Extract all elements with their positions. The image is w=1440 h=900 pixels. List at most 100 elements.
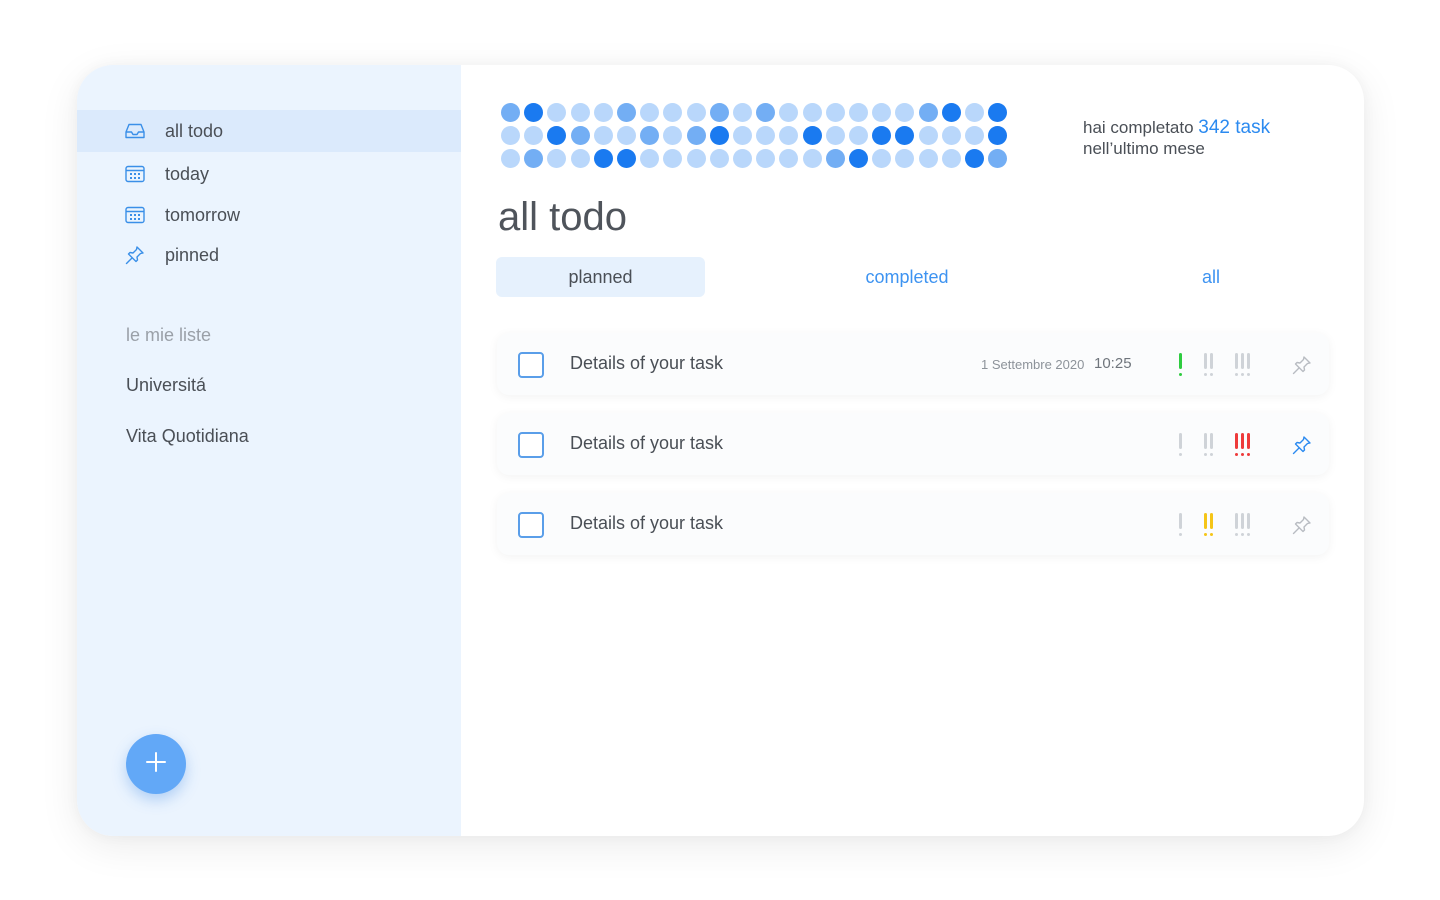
activity-dot [640,149,660,168]
activity-dot [988,149,1008,168]
activity-dot [570,103,590,122]
tab-completed[interactable]: completed [812,257,1002,297]
activity-dot [756,103,776,122]
activity-dot [547,103,567,122]
activity-dot [686,149,706,168]
priority-low-icon[interactable] [1177,511,1187,539]
task-item: Details of your task [497,413,1329,475]
task-item: Details of your task [497,493,1329,555]
activity-dot [709,149,729,168]
nav-item-tomorrow[interactable]: tomorrow [77,194,461,236]
task-text: Details of your task [570,433,724,453]
activity-dot [825,149,845,168]
nav-item-pinned[interactable]: pinned [77,234,461,276]
app-window: all todo today tomorrow pinned le mie li… [77,65,1364,836]
nav-item-all-todo[interactable]: all todo [77,110,461,152]
activity-dot [779,126,799,145]
activity-dot [709,126,729,145]
activity-dot [895,126,915,145]
stats-suffix: nell’ultimo mese [1083,139,1205,158]
task-time: 10:25 [1094,355,1132,372]
activity-dot [663,149,683,168]
calendar-icon [124,163,146,185]
priority-low-icon[interactable] [1177,351,1187,379]
pin-icon[interactable] [1292,355,1312,375]
activity-dot [779,103,799,122]
activity-dot [756,149,776,168]
list-item-universita[interactable]: Universitá [126,375,206,396]
activity-dot [872,103,892,122]
activity-dot [733,149,752,168]
priority-low-icon[interactable] [1177,431,1187,459]
activity-dot [570,126,590,145]
task-text: Details of your task [570,353,724,373]
activity-dot [593,126,613,145]
nav-item-label: all todo [165,120,224,141]
activity-dot [501,149,520,168]
nav-item-today[interactable]: today [77,153,461,195]
activity-dot [663,126,683,145]
activity-dot [501,126,520,145]
activity-dot [802,103,822,122]
tab-all[interactable]: all [1136,257,1286,297]
activity-dot [524,149,544,168]
activity-dot [965,149,984,168]
activity-dot [547,126,567,145]
activity-dot [570,149,590,168]
page-title: all todo [498,195,627,239]
activity-dot [663,103,683,122]
tab-planned[interactable]: planned [496,257,705,297]
activity-dot [802,149,822,168]
list-item-vita-quotidiana[interactable]: Vita Quotidiana [126,426,249,447]
activity-dot [895,103,915,122]
activity-dot [965,103,984,122]
priority-high-icon[interactable] [1233,351,1251,379]
activity-dot [501,103,520,122]
task-checkbox[interactable] [518,512,544,538]
stats-count: 342 task [1198,117,1271,138]
activity-heatmap [501,103,1061,173]
task-text: Details of your task [570,513,724,533]
priority-high-icon[interactable] [1233,431,1251,459]
priority-medium-icon[interactable] [1202,351,1216,379]
activity-dot [640,103,660,122]
task-checkbox[interactable] [518,432,544,458]
pin-icon[interactable] [1292,515,1312,535]
priority-high-icon[interactable] [1233,511,1251,539]
activity-dot [941,126,961,145]
filter-tabs: planned completed all [496,257,1329,297]
activity-dot [686,126,706,145]
activity-dot [825,103,845,122]
activity-dot [918,103,938,122]
activity-dot [709,103,729,122]
activity-dot [941,103,961,122]
pin-icon[interactable] [1292,435,1312,455]
activity-dot [640,126,660,145]
activity-dot [849,126,868,145]
activity-dot [918,149,938,168]
activity-dot [733,126,752,145]
activity-dot [733,103,752,122]
add-task-button[interactable] [126,734,186,794]
sidebar: all todo today tomorrow pinned le mie li… [77,65,461,836]
activity-dot [779,149,799,168]
nav-item-label: today [165,163,210,184]
task-item: Details of your task 1 Settembre 2020 10… [497,333,1329,395]
activity-dot [524,126,544,145]
activity-dot [547,149,567,168]
activity-dot [872,149,892,168]
activity-dot [617,126,636,145]
priority-medium-icon[interactable] [1202,431,1216,459]
main-panel: hai completato 342 task nell’ultimo mese… [461,65,1364,836]
nav-item-label: pinned [165,244,220,265]
task-checkbox[interactable] [518,352,544,378]
activity-dot [941,149,961,168]
activity-dot [988,126,1008,145]
priority-medium-icon[interactable] [1202,511,1216,539]
activity-dot [802,126,822,145]
plus-icon [145,751,167,778]
activity-dot [617,103,636,122]
activity-dot [825,126,845,145]
activity-dot [918,126,938,145]
activity-dot [686,103,706,122]
